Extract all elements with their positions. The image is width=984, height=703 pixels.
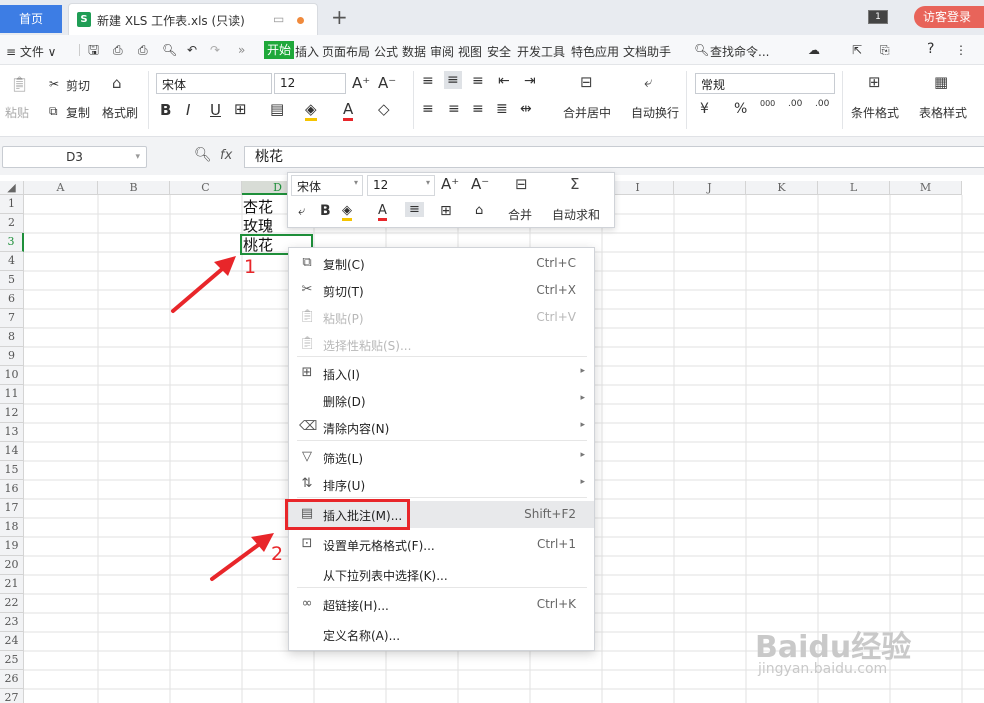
annotation-arrows	[171, 256, 274, 581]
watermark-url: jingyan.baidu.com	[758, 661, 888, 677]
step-2-label: 2	[271, 543, 284, 565]
watermark-brand: Baidu经验	[755, 630, 912, 665]
step-1-label: 1	[244, 256, 257, 278]
